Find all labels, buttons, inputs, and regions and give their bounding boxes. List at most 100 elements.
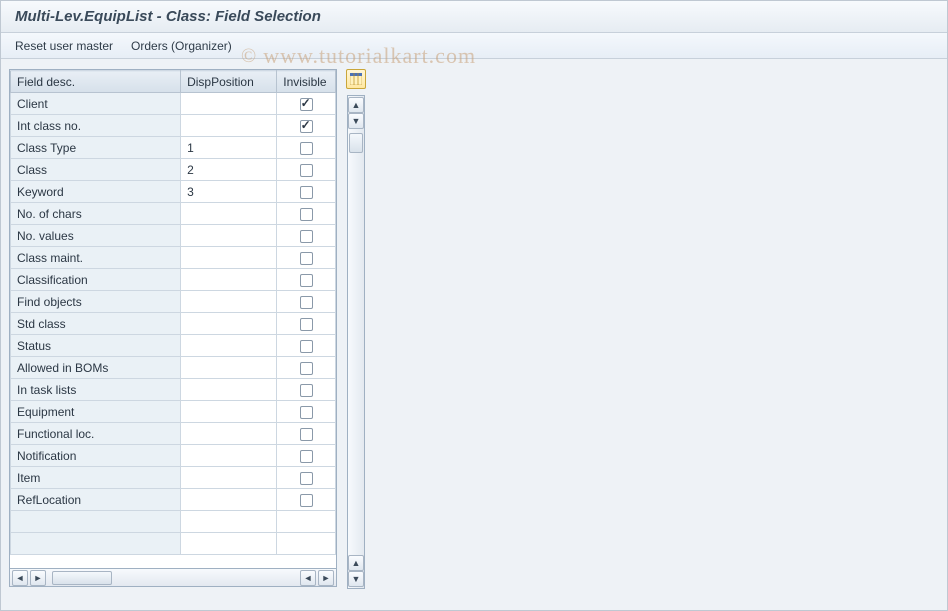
invisible-checkbox[interactable] (300, 164, 313, 177)
table-row[interactable]: Item (11, 467, 336, 489)
table-row[interactable]: Std class (11, 313, 336, 335)
cell-disp-position[interactable] (181, 225, 277, 247)
table-row[interactable]: Equipment (11, 401, 336, 423)
invisible-checkbox[interactable] (300, 472, 313, 485)
cell-disp-position[interactable] (181, 335, 277, 357)
table-row[interactable]: Class Type1 (11, 137, 336, 159)
cell-invisible[interactable] (277, 291, 336, 313)
reset-user-master-button[interactable]: Reset user master (15, 39, 113, 53)
table-row[interactable]: Class2 (11, 159, 336, 181)
invisible-checkbox[interactable] (300, 340, 313, 353)
cell-invisible[interactable] (277, 335, 336, 357)
invisible-checkbox[interactable] (300, 120, 313, 133)
cell-disp-position[interactable] (181, 401, 277, 423)
invisible-checkbox[interactable] (300, 384, 313, 397)
table-row[interactable] (11, 511, 336, 533)
invisible-checkbox[interactable] (300, 406, 313, 419)
cell-disp-position[interactable] (181, 379, 277, 401)
cell-field-desc[interactable]: Equipment (11, 401, 181, 423)
invisible-checkbox[interactable] (300, 318, 313, 331)
cell-field-desc[interactable]: No. values (11, 225, 181, 247)
cell-disp-position[interactable] (181, 247, 277, 269)
cell-disp-position[interactable]: 2 (181, 159, 277, 181)
cell-field-desc[interactable]: No. of chars (11, 203, 181, 225)
scroll-left-icon[interactable]: ◄ (12, 570, 28, 586)
orders-organizer-button[interactable]: Orders (Organizer) (131, 39, 232, 53)
cell-invisible[interactable] (277, 313, 336, 335)
cell-invisible[interactable] (277, 467, 336, 489)
table-row[interactable]: Class maint. (11, 247, 336, 269)
col-header-disp-position[interactable]: DispPosition (181, 71, 277, 93)
cell-disp-position[interactable]: 3 (181, 181, 277, 203)
cell-field-desc[interactable]: Functional loc. (11, 423, 181, 445)
invisible-checkbox[interactable] (300, 252, 313, 265)
cell-field-desc[interactable]: Class maint. (11, 247, 181, 269)
cell-invisible[interactable] (277, 137, 336, 159)
cell-invisible[interactable] (277, 533, 336, 555)
invisible-checkbox[interactable] (300, 450, 313, 463)
cell-invisible[interactable] (277, 511, 336, 533)
cell-disp-position[interactable] (181, 423, 277, 445)
table-settings-button[interactable] (346, 69, 366, 89)
cell-invisible[interactable] (277, 401, 336, 423)
table-row[interactable]: Classification (11, 269, 336, 291)
cell-field-desc[interactable]: Classification (11, 269, 181, 291)
invisible-checkbox[interactable] (300, 230, 313, 243)
col-header-field-desc[interactable]: Field desc. (11, 71, 181, 93)
table-row[interactable]: Find objects (11, 291, 336, 313)
table-row[interactable]: Client (11, 93, 336, 115)
cell-field-desc[interactable]: Find objects (11, 291, 181, 313)
cell-field-desc[interactable]: In task lists (11, 379, 181, 401)
v-scroll-thumb[interactable] (349, 133, 363, 153)
cell-field-desc[interactable]: RefLocation (11, 489, 181, 511)
cell-disp-position[interactable] (181, 357, 277, 379)
cell-invisible[interactable] (277, 181, 336, 203)
cell-disp-position[interactable] (181, 445, 277, 467)
cell-field-desc[interactable]: Int class no. (11, 115, 181, 137)
scroll-right-icon[interactable]: ► (30, 570, 46, 586)
table-row[interactable]: Status (11, 335, 336, 357)
cell-invisible[interactable] (277, 269, 336, 291)
cell-invisible[interactable] (277, 379, 336, 401)
cell-invisible[interactable] (277, 225, 336, 247)
cell-field-desc[interactable]: Class Type (11, 137, 181, 159)
invisible-checkbox[interactable] (300, 274, 313, 287)
invisible-checkbox[interactable] (300, 142, 313, 155)
table-row[interactable] (11, 533, 336, 555)
table-row[interactable]: Functional loc. (11, 423, 336, 445)
cell-disp-position[interactable] (181, 203, 277, 225)
invisible-checkbox[interactable] (300, 208, 313, 221)
cell-field-desc[interactable]: Keyword (11, 181, 181, 203)
cell-invisible[interactable] (277, 247, 336, 269)
cell-disp-position[interactable] (181, 93, 277, 115)
scroll-up-icon[interactable]: ▲ (348, 97, 364, 113)
horizontal-scrollbar[interactable]: ◄ ► ◄ ► (9, 569, 337, 587)
cell-field-desc[interactable]: Std class (11, 313, 181, 335)
cell-disp-position[interactable] (181, 291, 277, 313)
invisible-checkbox[interactable] (300, 296, 313, 309)
cell-field-desc[interactable]: Item (11, 467, 181, 489)
table-row[interactable]: Allowed in BOMs (11, 357, 336, 379)
cell-disp-position[interactable] (181, 313, 277, 335)
cell-field-desc[interactable]: Status (11, 335, 181, 357)
cell-invisible[interactable] (277, 423, 336, 445)
cell-invisible[interactable] (277, 93, 336, 115)
vertical-scrollbar[interactable]: ▲ ▼ ▲ ▼ (347, 95, 365, 589)
table-row[interactable]: No. values (11, 225, 336, 247)
invisible-checkbox[interactable] (300, 362, 313, 375)
cell-disp-position[interactable] (181, 467, 277, 489)
cell-disp-position[interactable] (181, 533, 277, 555)
invisible-checkbox[interactable] (300, 428, 313, 441)
cell-field-desc[interactable] (11, 511, 181, 533)
table-row[interactable]: In task lists (11, 379, 336, 401)
cell-invisible[interactable] (277, 445, 336, 467)
invisible-checkbox[interactable] (300, 186, 313, 199)
scroll-down-icon[interactable]: ▼ (348, 113, 364, 129)
scroll-up-end-icon[interactable]: ▲ (348, 555, 364, 571)
scroll-down-end-icon[interactable]: ▼ (348, 571, 364, 587)
cell-disp-position[interactable] (181, 511, 277, 533)
invisible-checkbox[interactable] (300, 98, 313, 111)
cell-disp-position[interactable] (181, 489, 277, 511)
cell-invisible[interactable] (277, 159, 336, 181)
scroll-right-end-icon[interactable]: ► (318, 570, 334, 586)
